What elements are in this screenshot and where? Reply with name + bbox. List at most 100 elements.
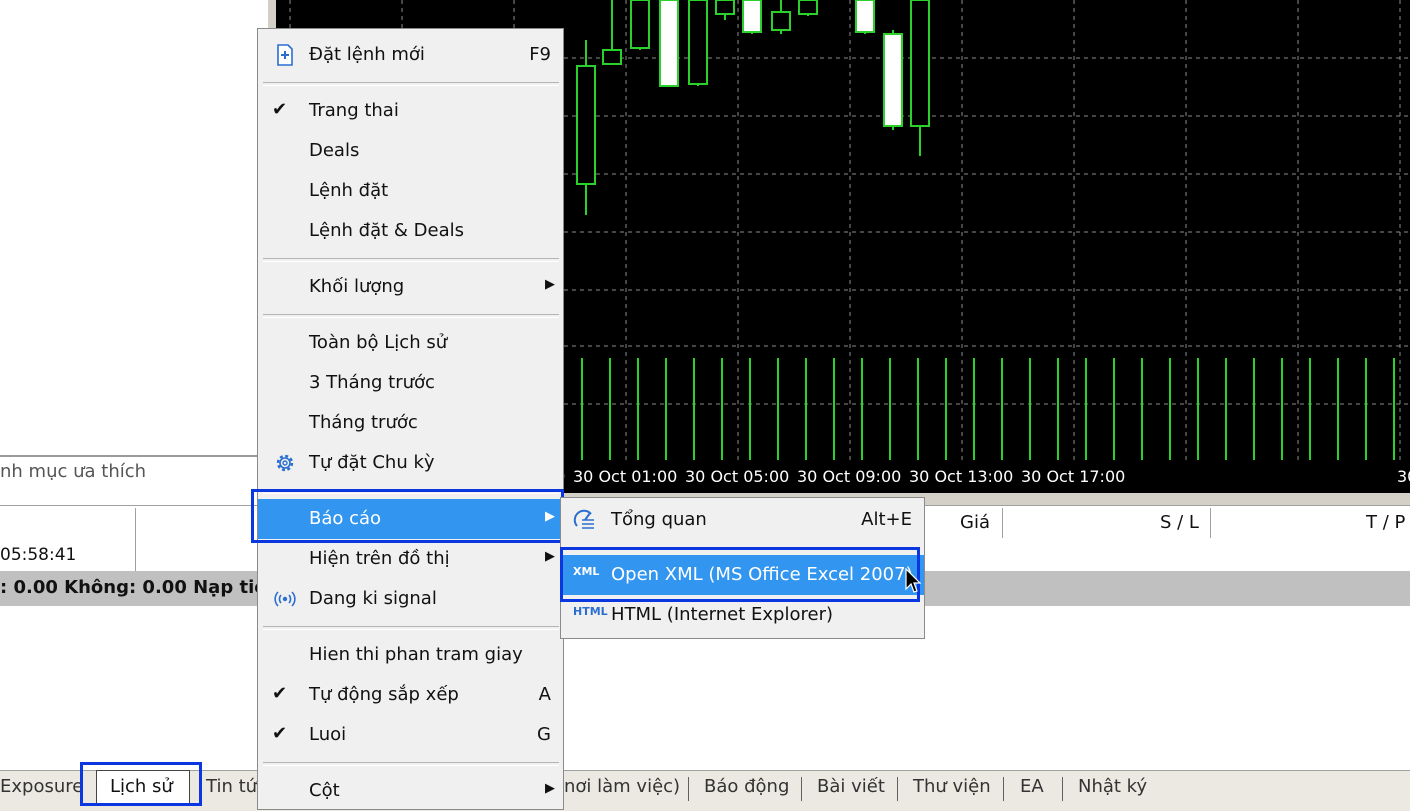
menu-label: Đặt lệnh mới — [309, 44, 425, 65]
candle-body — [798, 0, 818, 15]
time-axis-label: 30 Oct 01:00 — [573, 467, 678, 486]
candle-body — [742, 0, 762, 33]
submenu-arrow-icon: ▶ — [545, 277, 555, 292]
menu-item-cot[interactable]: Cột ▶ — [258, 771, 563, 811]
menu-item-new-order[interactable]: Đặt lệnh mới F9 — [258, 35, 563, 75]
menu-label: Lệnh đặt & Deals — [309, 220, 464, 241]
menu-item-trang-thai[interactable]: ✔ Trang thai — [258, 91, 563, 131]
candle-body — [688, 0, 708, 85]
time-axis-label: 30 Oct 09:00 — [797, 467, 902, 486]
menu-label: Tự động sắp xếp — [309, 684, 459, 705]
menu-label: Luoi — [309, 724, 347, 745]
shortcut-key: F9 — [529, 44, 551, 65]
tab-alerts[interactable]: Báo động — [704, 776, 789, 797]
tab-separator — [688, 777, 689, 801]
tab-history-highlight — [80, 762, 202, 806]
checkmark-icon: ✔ — [272, 683, 288, 704]
candle-body — [576, 65, 596, 185]
tab-separator — [897, 777, 898, 801]
column-separator — [1210, 508, 1211, 538]
tab-ea[interactable]: EA — [1020, 776, 1044, 797]
tab-separator — [801, 777, 802, 801]
menu-item-khoi-luong[interactable]: Khối lượng ▶ — [258, 267, 563, 307]
menu-separator — [263, 762, 559, 766]
candle-body — [630, 0, 650, 49]
menu-item-lenh-dat-deals[interactable]: Lệnh đặt & Deals — [258, 211, 563, 251]
tab-exposure[interactable]: Exposure — [0, 776, 83, 797]
menu-label: Lệnh đặt — [309, 180, 389, 201]
menu-label: Hien thi phan tram giay — [309, 644, 523, 665]
menu-label: Toàn bộ Lịch sử — [309, 332, 448, 353]
time-axis-label: 30 Oct 05:00 — [685, 467, 790, 486]
checkmark-icon: ✔ — [272, 723, 288, 744]
menu-item-3-thang-truoc[interactable]: 3 Tháng trước — [258, 363, 563, 403]
menu-item-thang-truoc[interactable]: Tháng trước — [258, 403, 563, 443]
candle-body — [883, 33, 903, 127]
submenu-label: HTML (Internet Explorer) — [611, 604, 833, 625]
candle-body — [602, 49, 622, 65]
history-row-time[interactable]: 05:58:41 — [0, 545, 76, 565]
menu-item-tu-dat-chu-ky[interactable]: Tự đặt Chu kỳ — [258, 443, 563, 483]
candle-body — [771, 11, 791, 31]
mouse-cursor-icon — [905, 568, 921, 593]
html-file-icon: HTML — [573, 605, 608, 618]
menu-label: Cột — [309, 780, 340, 801]
shortcut-key: G — [537, 724, 551, 745]
menu-item-luoi[interactable]: ✔ Luoi G — [258, 715, 563, 755]
shortcut-key: A — [538, 684, 551, 705]
checkmark-icon: ✔ — [272, 99, 288, 120]
menu-separator — [263, 314, 559, 318]
time-axis-label: 30 Oct 13:00 — [909, 467, 1014, 486]
menu-label: Hiện trên đồ thị — [309, 548, 450, 569]
menu-separator — [263, 626, 559, 630]
candlesticks — [576, 0, 930, 215]
summary-text: : 0.00 Không: 0.00 Nạp tiền — [0, 577, 280, 598]
signal-icon — [274, 591, 296, 607]
tab-workspace[interactable]: nơi làm việc) — [564, 776, 680, 797]
menu-label: Deals — [309, 140, 360, 161]
time-axis-label: 30 — [1397, 467, 1410, 486]
open-xml-highlight — [560, 547, 920, 602]
candle-body — [659, 0, 679, 87]
column-separator — [135, 538, 136, 571]
shortcut-key: Alt+E — [861, 509, 912, 530]
menu-item-lenh-dat[interactable]: Lệnh đặt — [258, 171, 563, 211]
tab-separator — [1062, 777, 1063, 801]
time-axis-label: 30 Oct 17:00 — [1021, 467, 1126, 486]
menu-item-hien-thi-phan-tram-giay[interactable]: Hien thi phan tram giay — [258, 635, 563, 675]
submenu-label: Tổng quan — [611, 509, 707, 530]
gear-icon — [276, 454, 294, 472]
menu-item-toan-bo-lich-su[interactable]: Toàn bộ Lịch sử — [258, 323, 563, 363]
menu-label: 3 Tháng trước — [309, 372, 435, 393]
column-header-tp[interactable]: T / P — [1366, 512, 1405, 533]
panel-divider — [0, 455, 268, 457]
report-icon — [573, 509, 594, 529]
tab-separator — [1003, 777, 1004, 801]
menu-item-deals[interactable]: Deals — [258, 131, 563, 171]
navigator-panel — [0, 0, 268, 455]
column-header-price[interactable]: Giá — [960, 512, 990, 533]
tab-articles[interactable]: Bài viết — [817, 776, 885, 797]
menu-separator — [263, 82, 559, 86]
menu-label: Tháng trước — [309, 412, 418, 433]
menu-label: Trang thai — [309, 100, 399, 121]
tab-journal[interactable]: Nhật ký — [1078, 776, 1147, 797]
menu-item-hien-tren-do-thi[interactable]: Hiện trên đồ thị ▶ — [258, 539, 563, 579]
submenu-arrow-icon: ▶ — [545, 781, 555, 796]
submenu-item-tong-quan[interactable]: Tổng quan Alt+E — [561, 500, 924, 540]
menu-item-tu-dong-sap-xep[interactable]: ✔ Tự động sắp xếp A — [258, 675, 563, 715]
volume-bars — [581, 358, 1395, 460]
favorites-tab[interactable]: nh mục ưa thích — [0, 458, 146, 486]
candle-body — [715, 0, 735, 15]
column-header-sl[interactable]: S / L — [1160, 512, 1199, 533]
menu-label: Tự đặt Chu kỳ — [309, 452, 435, 473]
submenu-arrow-icon: ▶ — [545, 549, 555, 564]
column-separator — [135, 508, 136, 538]
new-order-icon — [277, 44, 293, 66]
menu-item-dang-ki-signal[interactable]: Dang ki signal — [258, 579, 563, 619]
menu-label: Dang ki signal — [309, 588, 437, 609]
tab-library[interactable]: Thư viện — [913, 776, 991, 797]
menu-separator — [263, 258, 559, 262]
menu-label: Khối lượng — [309, 276, 405, 297]
column-separator — [1002, 508, 1003, 538]
